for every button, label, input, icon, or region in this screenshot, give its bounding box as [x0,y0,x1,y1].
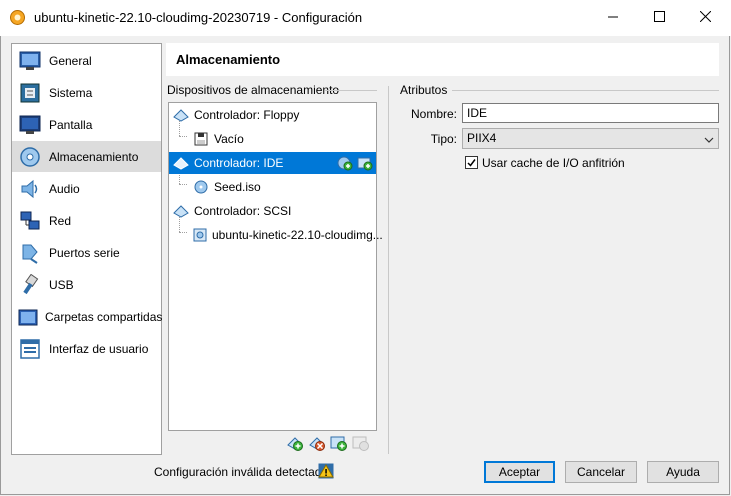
type-label: Tipo: [430,132,457,146]
page-title: Almacenamiento [176,52,281,67]
add-controller-icon[interactable] [286,434,304,452]
sidebar-item-label: USB [49,277,74,292]
controller-name-input[interactable]: IDE [462,103,719,123]
ok-button[interactable]: Aceptar [484,461,555,483]
floppy-icon [193,131,209,147]
tree-item-floppy-empty[interactable]: Vacío [169,128,376,150]
sidebar-item-network[interactable]: Red [12,205,161,236]
tree-item-label: Vacío [214,132,244,146]
sidebar-item-shared-folders[interactable]: Carpetas compartidas [12,301,163,332]
sidebar-item-label: Red [49,213,72,228]
sidebar-item-storage[interactable]: Almacenamiento [12,141,161,172]
maximize-icon [653,11,665,25]
minimize-icon-2 [608,11,618,25]
storage-tree[interactable]: Controlador: Floppy Vacío Controlador: I… [168,102,383,431]
remove-controller-icon[interactable] [308,434,326,452]
storage-toolbar [286,434,370,452]
shared-folder-icon [17,304,39,330]
tree-item-label: ubuntu-kinetic-22.10-cloudimg... [212,228,383,242]
name-label: Nombre: [410,107,457,121]
page-header: Almacenamiento [166,43,719,76]
help-button[interactable]: Ayuda [647,461,719,483]
hard-disk-icon [193,227,207,243]
sidebar-item-usb[interactable]: USB [12,269,161,300]
tree-item-ide-controller[interactable]: Controlador: IDE [169,152,376,174]
user-interface-icon [17,336,43,362]
tree-item-ubuntu-disk[interactable]: ubuntu-kinetic-22.10-cloudimg... [169,224,383,246]
add-attachment-icon[interactable] [330,434,348,452]
add-optical-drive-icon[interactable] [337,155,353,174]
monitor-icon [17,112,43,138]
host-io-cache-checkbox[interactable] [465,156,478,169]
controller-type-select[interactable]: PIIX4 [462,128,719,149]
sidebar-item-system[interactable]: Sistema [12,77,161,108]
tree-item-label: Seed.iso [214,180,261,194]
sidebar-item-label: Interfaz de usuario [49,341,149,356]
attributes-group-title: Atributos [400,83,448,97]
virtualbox-app-icon [9,9,26,26]
controller-icon [173,155,189,171]
system-chip-icon [17,80,43,106]
tree-item-floppy-controller[interactable]: Controlador: Floppy [169,104,376,126]
sidebar-item-label: Carpetas compartidas [45,309,163,324]
sidebar-item-label: Puertos serie [49,245,120,260]
warning-icon[interactable] [318,463,334,479]
minimize-button-2[interactable] [590,0,636,36]
sidebar-item-label: Pantalla [49,117,93,132]
controller-type-value: PIIX4 [467,131,497,145]
sidebar-item-label: Almacenamiento [49,149,139,164]
usb-icon [17,272,43,298]
storage-devices-group-title: Dispositivos de almacenamiento [167,83,340,97]
optical-disc-icon [193,179,209,195]
tree-item-seed-iso[interactable]: Seed.iso [169,176,376,198]
group-divider [452,90,719,91]
maximize-button[interactable] [636,0,682,36]
settings-sidebar: General Sistema Pantalla Almacenamiento … [11,43,162,455]
tree-item-scsi-controller[interactable]: Controlador: SCSI [169,200,376,222]
window-title: ubuntu-kinetic-22.10-cloudimg-20230719 -… [34,10,363,25]
controller-icon [173,107,189,123]
sidebar-item-audio[interactable]: Audio [12,173,161,204]
invalid-config-status: Configuración inválida detectada [154,465,329,479]
general-icon [17,48,43,74]
tree-item-label: Controlador: SCSI [194,204,292,218]
sidebar-item-serial-ports[interactable]: Puertos serie [12,237,161,268]
host-io-cache-label[interactable]: Usar cache de I/O anfitrión [482,156,625,170]
remove-attachment-icon[interactable] [352,434,370,452]
sidebar-item-label: General [49,53,92,68]
tree-item-label: Controlador: IDE [194,156,284,170]
close-button[interactable] [682,0,728,36]
speaker-icon [17,176,43,202]
storage-disk-icon [17,144,43,170]
network-icon [17,208,43,234]
sidebar-item-label: Audio [49,181,80,196]
chevron-down-icon [704,132,714,151]
serial-port-icon [17,240,43,266]
add-hard-disk-icon[interactable] [357,155,373,174]
tree-item-label: Controlador: Floppy [194,108,300,122]
close-icon [699,10,711,25]
sidebar-item-display[interactable]: Pantalla [12,109,161,140]
sidebar-item-user-interface[interactable]: Interfaz de usuario [12,333,161,364]
vertical-divider [388,86,389,454]
controller-icon [173,203,189,219]
group-divider [325,90,377,91]
sidebar-item-label: Sistema [49,85,93,100]
cancel-button[interactable]: Cancelar [565,461,637,483]
sidebar-item-general[interactable]: General [12,45,161,76]
